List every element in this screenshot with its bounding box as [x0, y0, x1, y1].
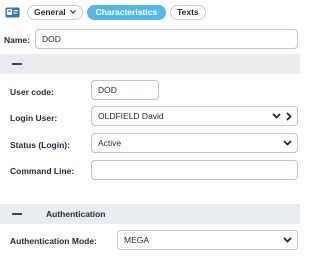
- section-header-general[interactable]: [0, 54, 300, 74]
- status-login-value: Active: [98, 138, 122, 148]
- name-value: DOD: [42, 34, 61, 44]
- section-header-authentication[interactable]: Authentication: [0, 204, 300, 224]
- name-label: Name:: [4, 35, 30, 45]
- chevron-down-icon: [69, 10, 76, 14]
- user-code-label: User code:: [10, 87, 54, 97]
- chevron-right-icon[interactable]: [286, 111, 292, 121]
- chevron-down-icon[interactable]: [283, 140, 292, 146]
- tab-texts-label: Texts: [177, 7, 199, 17]
- tab-bar: General Characteristics Texts: [5, 4, 206, 20]
- id-card-icon: [5, 7, 20, 17]
- tab-texts[interactable]: Texts: [170, 4, 206, 20]
- auth-mode-label: Authentication Mode:: [10, 236, 97, 246]
- chevron-down-icon[interactable]: [272, 113, 281, 119]
- command-line-label: Command Line:: [10, 166, 75, 176]
- auth-mode-select[interactable]: MEGA: [117, 230, 298, 250]
- status-login-label: Status (Login):: [10, 140, 70, 150]
- login-user-value: OLDFIELD David: [98, 111, 164, 121]
- user-code-value: DOD: [98, 85, 117, 95]
- user-code-field[interactable]: DOD: [91, 80, 159, 100]
- tab-characteristics[interactable]: Characteristics: [86, 4, 167, 20]
- section-title-authentication: Authentication: [46, 209, 106, 219]
- status-login-select[interactable]: Active: [91, 133, 298, 153]
- collapse-icon[interactable]: [12, 213, 22, 215]
- tab-general-label: General: [34, 7, 66, 17]
- auth-mode-value: MEGA: [124, 235, 150, 245]
- login-user-label: Login User:: [10, 113, 58, 123]
- tab-general[interactable]: General: [27, 4, 83, 20]
- tab-characteristics-label: Characteristics: [95, 7, 158, 17]
- collapse-icon[interactable]: [12, 63, 22, 65]
- name-field[interactable]: DOD: [35, 29, 298, 49]
- login-user-select[interactable]: OLDFIELD David: [91, 106, 298, 126]
- chevron-down-icon[interactable]: [283, 237, 292, 243]
- command-line-field[interactable]: [91, 160, 298, 180]
